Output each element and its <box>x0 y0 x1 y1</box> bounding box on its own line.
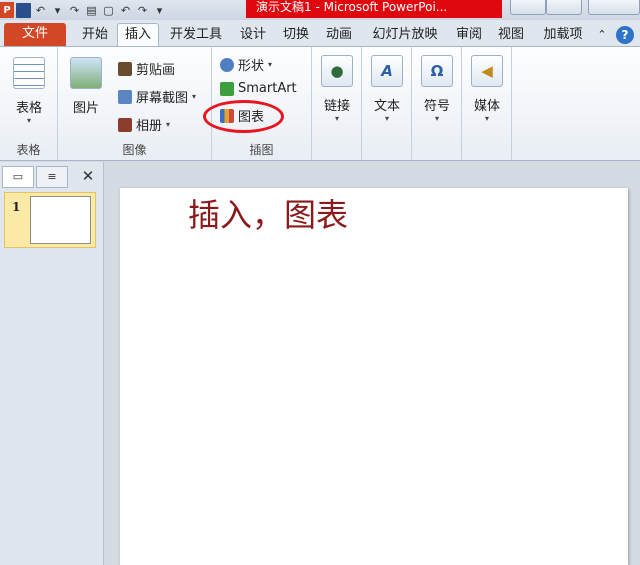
group-text: A 文本 ▾ <box>362 47 412 160</box>
outline-tab-icon[interactable]: ≡ <box>36 166 68 188</box>
redo-icon-2[interactable]: ↷ <box>135 3 150 18</box>
redo-icon[interactable]: ↷ <box>67 3 82 18</box>
shapes-label: 形状 <box>238 59 265 74</box>
omega-icon: Ω <box>421 55 453 87</box>
collapse-ribbon-icon[interactable]: ⌃ <box>595 24 609 46</box>
media-button[interactable]: ◀ 媒体 ▾ <box>465 55 509 123</box>
slides-tab-icon[interactable]: ▭ <box>2 166 34 188</box>
smartart-button[interactable]: SmartArt <box>220 81 297 96</box>
table-button-label: 表格 <box>15 101 42 116</box>
dropdown-arrow-icon: ▾ <box>384 114 389 123</box>
tab-animations[interactable]: 动画 <box>320 24 358 46</box>
text-label: 文本 <box>373 99 400 114</box>
symbols-label: 符号 <box>423 99 450 114</box>
quick-access-toolbar: P ↶ ▾ ↷ ▤ ▢ ↶ ↷ ▾ <box>0 0 167 20</box>
tab-insert[interactable]: 插入 <box>117 23 159 47</box>
clipart-icon <box>118 61 132 76</box>
screenshot-label: 屏幕截图 <box>136 91 189 106</box>
album-icon <box>118 117 132 132</box>
album-label: 相册 <box>136 119 163 134</box>
dropdown-arrow-icon: ▾ <box>192 92 197 101</box>
tab-addins[interactable]: 加载项 <box>535 24 591 46</box>
format-painter-icon[interactable]: ▤ <box>84 3 99 18</box>
close-panel-icon[interactable]: ✕ <box>72 166 104 188</box>
shapes-icon <box>220 57 234 72</box>
dropdown-arrow-icon: ▾ <box>434 114 439 123</box>
symbols-button[interactable]: Ω 符号 ▾ <box>415 55 459 123</box>
maximize-button[interactable] <box>546 0 582 15</box>
picture-icon <box>70 57 102 89</box>
group-label-illustrations: 插图 <box>249 143 274 157</box>
speaker-icon: ◀ <box>471 55 503 87</box>
tab-view[interactable]: 视图 <box>492 24 530 46</box>
tab-home[interactable]: 开始 <box>76 24 114 46</box>
tab-file[interactable]: 文件 <box>4 23 66 46</box>
table-button[interactable]: 表格 ▾ <box>6 57 52 125</box>
dropdown-arrow-icon: ▾ <box>334 114 339 123</box>
powerpoint-app-icon[interactable]: P <box>0 2 14 18</box>
links-label: 链接 <box>323 99 350 114</box>
text-button[interactable]: A 文本 ▾ <box>365 55 409 123</box>
undo-icon-2[interactable]: ↶ <box>118 3 133 18</box>
slide-thumbnail[interactable] <box>30 196 91 244</box>
panel-tabs: ▭ ≡ ✕ <box>2 166 102 188</box>
picture-button-label: 图片 <box>72 101 99 116</box>
undo-icon[interactable]: ↶ <box>33 3 48 18</box>
shapes-button[interactable]: 形状 ▾ <box>220 55 272 74</box>
slide[interactable] <box>120 188 628 565</box>
tab-slideshow[interactable]: 幻灯片放映 <box>364 24 446 46</box>
dropdown-arrow-icon: ▾ <box>26 116 31 125</box>
screenshot-button[interactable]: 屏幕截图 ▾ <box>118 87 196 106</box>
smartart-label: SmartArt <box>238 81 297 96</box>
album-button[interactable]: 相册 ▾ <box>118 115 170 134</box>
table-icon <box>13 57 45 89</box>
highlight-circle <box>203 100 284 133</box>
ribbon: 表格 ▾ 表格 图片 剪贴画 屏幕截图 ▾ 相册 ▾ 图像 形状 ▾ Smart… <box>0 46 640 161</box>
group-links: ● 链接 ▾ <box>312 47 362 160</box>
slide-title-text[interactable]: 插入，图表 <box>188 190 348 236</box>
globe-link-icon: ● <box>321 55 353 87</box>
dropdown-arrow-icon: ▾ <box>166 120 171 129</box>
dropdown-arrow-icon: ▾ <box>268 60 273 69</box>
picture-button[interactable]: 图片 <box>64 57 108 116</box>
clipart-label: 剪贴画 <box>136 63 176 78</box>
tab-review[interactable]: 审阅 <box>450 24 488 46</box>
links-button[interactable]: ● 链接 ▾ <box>315 55 359 123</box>
ribbon-tabs: 文件 开始 插入 开发工具 设计 切换 动画 幻灯片放映 审阅 视图 加载项 ⌃… <box>0 20 640 47</box>
group-media: ◀ 媒体 ▾ <box>462 47 512 160</box>
group-label-table: 表格 <box>16 143 41 157</box>
dropdown-arrow-icon: ▾ <box>484 114 489 123</box>
customize-qat-icon[interactable]: ▾ <box>152 3 167 18</box>
minimize-button[interactable] <box>510 0 546 15</box>
tab-developer[interactable]: 开发工具 <box>163 24 229 46</box>
media-label: 媒体 <box>473 99 500 114</box>
textbox-icon: A <box>371 55 403 87</box>
group-label-images: 图像 <box>122 143 147 157</box>
group-symbols: Ω 符号 ▾ <box>412 47 462 160</box>
group-images: 图片 剪贴画 屏幕截图 ▾ 相册 ▾ 图像 <box>58 47 212 160</box>
close-button[interactable] <box>588 0 640 15</box>
tab-design[interactable]: 设计 <box>234 24 272 46</box>
help-icon[interactable]: ? <box>616 26 634 44</box>
dropdown-arrow-icon[interactable]: ▾ <box>50 3 65 18</box>
slide-number: 1 <box>12 200 21 214</box>
tab-transitions[interactable]: 切换 <box>277 24 315 46</box>
clipart-button[interactable]: 剪贴画 <box>118 59 175 78</box>
save-icon[interactable] <box>16 2 31 18</box>
group-table: 表格 ▾ 表格 <box>0 47 58 160</box>
screenshot-icon <box>118 89 132 104</box>
new-slide-icon[interactable]: ▢ <box>101 3 116 18</box>
window-title: 演示文稿1 - Microsoft PowerPoi... <box>246 0 502 18</box>
smartart-icon <box>220 81 234 96</box>
